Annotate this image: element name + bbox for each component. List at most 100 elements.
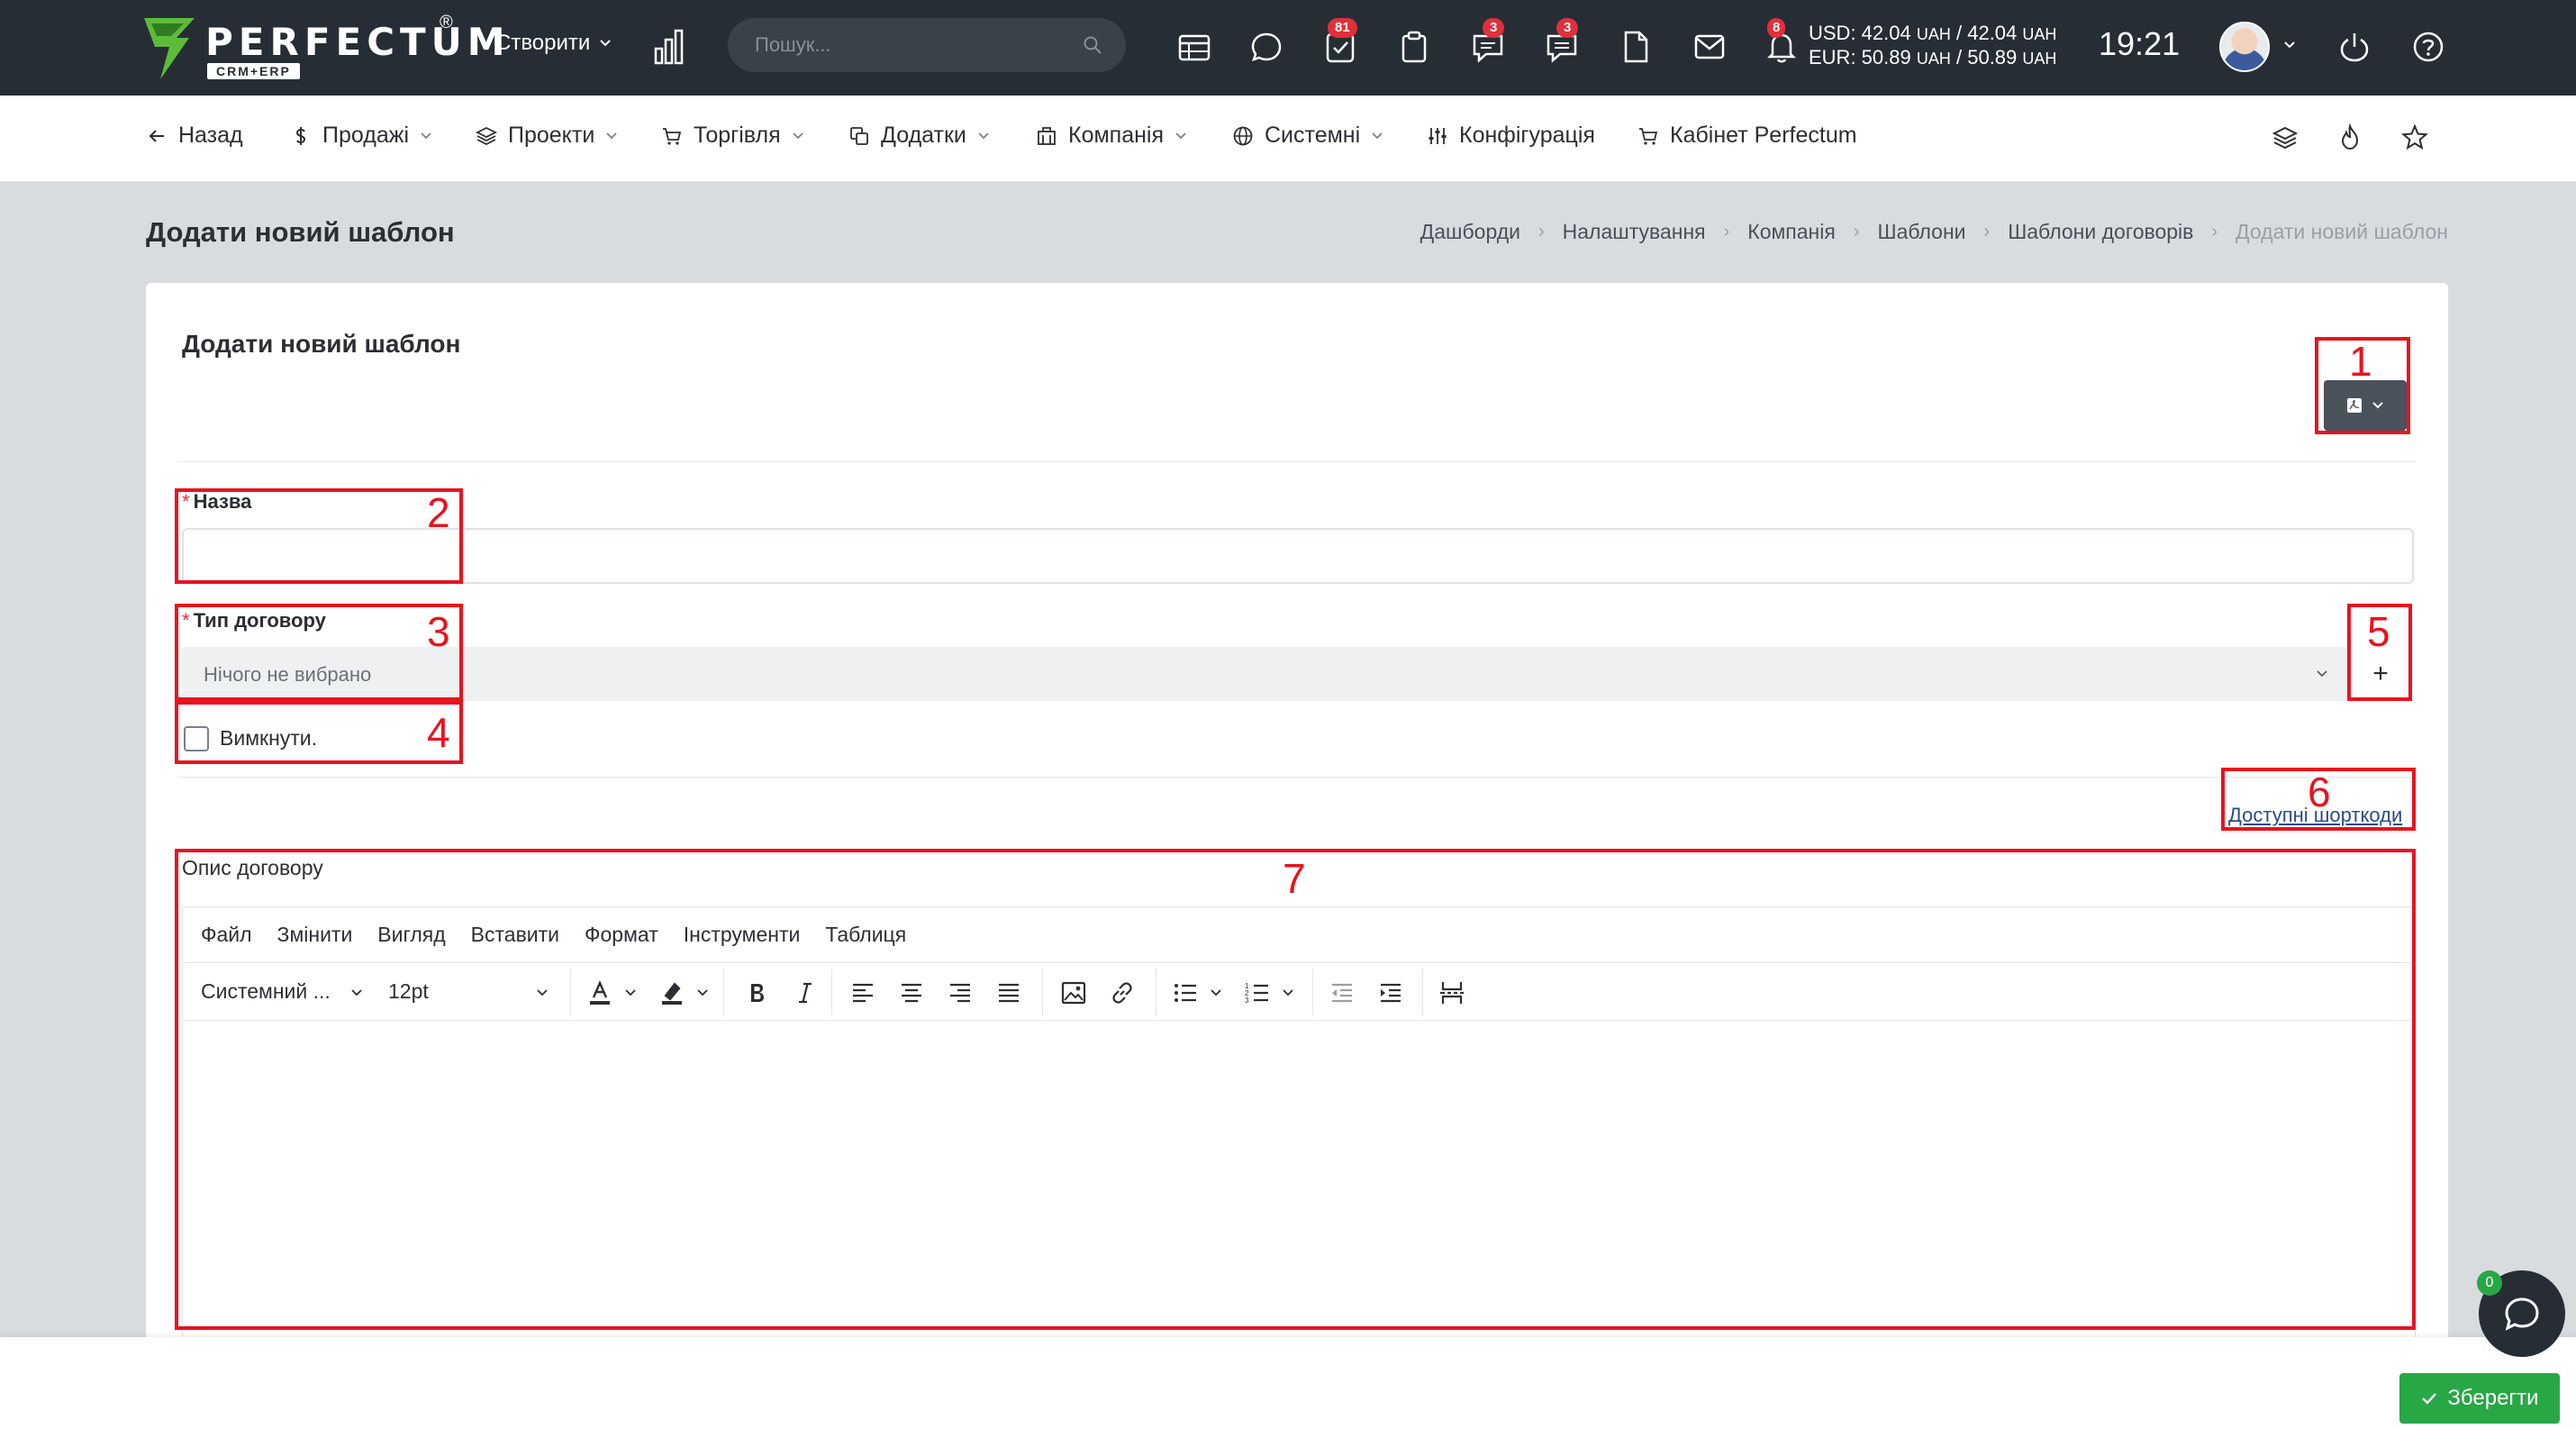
nav-trade[interactable]: Торгівля — [661, 123, 804, 149]
nav-projects[interactable]: Проекти — [476, 123, 618, 149]
messages-badge: 3 — [1556, 18, 1579, 38]
chat-bubble-icon — [2505, 1297, 2539, 1331]
menu-format[interactable]: Формат — [585, 923, 658, 947]
help-icon[interactable] — [2410, 27, 2446, 67]
chevron-down-icon[interactable] — [696, 987, 709, 999]
nav-system[interactable]: Системні — [1232, 123, 1383, 149]
menu-edit[interactable]: Змінити — [277, 923, 353, 947]
text-color-icon[interactable] — [586, 979, 613, 1006]
breadcrumb-dashboards[interactable]: Дашборди — [1420, 220, 1520, 244]
disable-label[interactable]: Вимкнути. — [220, 726, 317, 751]
menu-table[interactable]: Таблиця — [825, 923, 906, 947]
bar-chart-icon[interactable] — [654, 29, 685, 65]
chevron-down-icon — [1175, 132, 1186, 139]
chevron-down-icon — [600, 40, 612, 47]
numbered-list-icon[interactable]: 123 — [1244, 979, 1271, 1006]
cart-icon — [1639, 127, 1658, 145]
menu-tools[interactable]: Інструменти — [684, 923, 801, 947]
annotation-number-5: 5 — [2367, 608, 2390, 655]
chevron-down-icon[interactable] — [2282, 38, 2297, 52]
sliders-icon — [1429, 127, 1447, 144]
save-button[interactable]: Зберегти — [2399, 1373, 2560, 1424]
svg-text:3: 3 — [1245, 997, 1249, 1005]
currency-rates: USD: 42.04 UAH / 42.04 UAH EUR: 50.89 UA… — [1809, 22, 2056, 70]
chevron-down-icon[interactable] — [1282, 987, 1294, 999]
nav-configuration[interactable]: Конфігурація — [1427, 123, 1595, 149]
document-icon[interactable] — [1618, 27, 1654, 67]
chevron-down-icon[interactable] — [1210, 987, 1222, 999]
nav-company[interactable]: Компанія — [1036, 123, 1187, 149]
nav-addons[interactable]: Додатки — [848, 123, 990, 149]
clock: 19:21 — [2099, 25, 2181, 62]
brand-logo[interactable]: PERFECTUM ® CRM+ERP — [144, 13, 505, 81]
chat-icon[interactable] — [1248, 27, 1284, 67]
pdf-export-button[interactable] — [2324, 380, 2407, 431]
search-icon[interactable] — [1083, 35, 1102, 55]
clipboard-icon[interactable] — [1396, 27, 1432, 67]
main-navigation: Назад Продажі Проекти Торгівля Додатки К… — [0, 96, 2576, 182]
breadcrumb-templates[interactable]: Шаблони — [1877, 220, 1965, 244]
italic-icon[interactable] — [792, 979, 819, 1006]
menu-view[interactable]: Вигляд — [377, 923, 445, 947]
breadcrumb-current: Додати новий шаблон — [2236, 220, 2448, 243]
page-break-icon[interactable] — [1438, 979, 1465, 1006]
pdf-icon — [2347, 398, 2362, 413]
highlight-color-icon[interactable] — [658, 979, 685, 1006]
nav-cabinet[interactable]: Кабінет Perfectum — [1637, 123, 1857, 149]
chevron-down-icon[interactable] — [350, 987, 363, 999]
create-menu-button[interactable]: Створити — [495, 31, 612, 56]
top-bar: PERFECTUM ® CRM+ERP Створити 81 3 3 — [0, 0, 2576, 96]
bullet-list-icon[interactable] — [1172, 979, 1199, 1006]
annotation-number-7: 7 — [1283, 855, 1306, 902]
nav-sales[interactable]: Продажі — [290, 123, 432, 149]
menu-insert[interactable]: Вставити — [471, 923, 559, 947]
bold-icon[interactable] — [743, 979, 770, 1006]
outdent-icon[interactable] — [1329, 979, 1356, 1006]
align-right-icon[interactable] — [947, 979, 974, 1006]
align-left-icon[interactable] — [849, 979, 876, 1006]
eur-rate: EUR: 50.89 UAH / 50.89 UAH — [1809, 46, 2057, 68]
annotation-number-6: 6 — [2308, 769, 2331, 815]
name-input[interactable] — [182, 528, 2414, 584]
contract-type-label: * Тип договору — [182, 609, 326, 632]
support-badge: 3 — [1483, 18, 1505, 38]
indent-icon[interactable] — [1377, 979, 1404, 1006]
nav-back[interactable]: Назад — [146, 123, 243, 149]
chevron-down-icon — [1372, 132, 1383, 139]
required-mark: * — [182, 609, 190, 632]
fire-icon[interactable] — [2335, 123, 2365, 153]
annotation-number-2: 2 — [427, 489, 450, 536]
avatar[interactable] — [2219, 22, 2270, 72]
breadcrumb-contract-templates[interactable]: Шаблони договорів — [2008, 220, 2193, 244]
chevron-down-icon[interactable] — [624, 987, 637, 999]
breadcrumb-settings[interactable]: Налаштування — [1563, 220, 1706, 244]
disable-checkbox[interactable] — [184, 726, 209, 751]
add-contract-type-button[interactable]: + — [2347, 647, 2414, 701]
layers-icon — [476, 126, 497, 145]
mail-icon[interactable] — [1692, 27, 1728, 67]
calendar-icon[interactable] — [1176, 27, 1212, 67]
card-title: Додати новий шаблон — [182, 330, 461, 358]
align-center-icon[interactable] — [898, 979, 925, 1006]
chevron-right-icon: › — [1537, 222, 1545, 241]
dollar-icon — [295, 126, 306, 145]
font-family-select[interactable]: Системний ... — [201, 979, 331, 1004]
align-justify-icon[interactable] — [995, 979, 1022, 1006]
brand-registered: ® — [440, 13, 453, 32]
contract-type-placeholder: Нічого не вибрано — [204, 663, 372, 686]
breadcrumb-company[interactable]: Компанія — [1747, 220, 1836, 244]
image-icon[interactable] — [1060, 979, 1087, 1006]
divider — [178, 461, 2416, 462]
layers-icon[interactable] — [2270, 123, 2300, 153]
star-icon[interactable] — [2399, 123, 2430, 153]
contract-type-select[interactable]: Нічого не вибрано — [182, 647, 2347, 701]
font-size-select[interactable]: 12pt — [388, 979, 429, 1004]
power-icon[interactable] — [2336, 27, 2372, 67]
chevron-down-icon[interactable] — [536, 987, 549, 999]
tasks-badge: 81 — [1328, 18, 1357, 38]
search-input[interactable] — [755, 18, 1079, 72]
usd-rate: USD: 42.04 UAH / 42.04 UAH — [1809, 22, 2057, 44]
search-box — [728, 18, 1126, 72]
menu-file[interactable]: Файл — [201, 923, 252, 947]
link-icon[interactable] — [1109, 979, 1136, 1006]
